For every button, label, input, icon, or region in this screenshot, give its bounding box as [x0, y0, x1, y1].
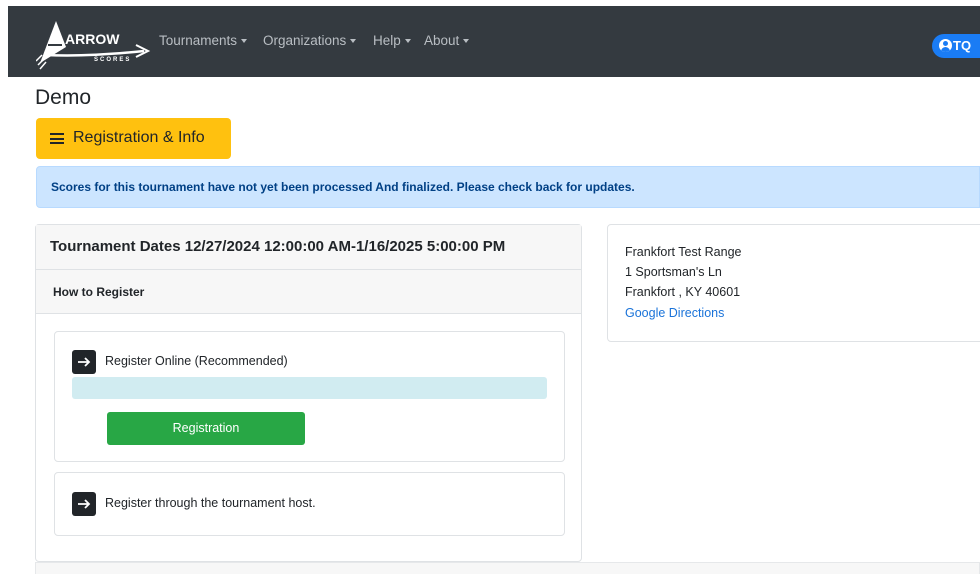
- register-online-option: Register Online (Recommended) Registrati…: [54, 331, 565, 462]
- nav-tournaments-label: Tournaments: [159, 33, 238, 48]
- location-city-state-zip: Frankfort , KY 40601: [625, 285, 741, 299]
- hamburger-menu-icon: [50, 133, 64, 144]
- user-circle-icon: [939, 39, 952, 52]
- nav-organizations[interactable]: Organizations: [263, 33, 357, 48]
- location-card: Frankfort Test Range 1 Sportsman's Ln Fr…: [607, 224, 980, 342]
- how-to-register-title: How to Register: [53, 285, 145, 299]
- arrow-right-icon[interactable]: [72, 350, 96, 374]
- how-to-register-header: How to Register: [36, 270, 581, 314]
- alert-text: Scores for this tournament have not yet …: [51, 180, 635, 194]
- location-street: 1 Sportsman's Ln: [625, 265, 722, 279]
- register-online-label: Register Online (Recommended): [105, 354, 288, 368]
- tournament-dates: Tournament Dates 12/27/2024 12:00:00 AM-…: [50, 238, 506, 255]
- arrow-right-icon[interactable]: [72, 492, 96, 516]
- registration-progress-bar: [72, 377, 547, 399]
- tournament-dates-header: Tournament Dates 12/27/2024 12:00:00 AM-…: [36, 225, 581, 270]
- register-through-host-option: Register through the tournament host.: [54, 472, 565, 536]
- registration-info-button[interactable]: Registration & Info: [36, 118, 231, 159]
- nav-about-label: About: [424, 33, 460, 48]
- nav-help-label: Help: [373, 33, 401, 48]
- nav-tournaments[interactable]: Tournaments: [159, 33, 248, 48]
- caret-down-icon: [350, 39, 357, 44]
- nav-organizations-label: Organizations: [263, 33, 347, 48]
- user-menu-button[interactable]: TQ: [932, 34, 980, 58]
- caret-down-icon: [404, 39, 411, 44]
- page-title: Demo: [35, 86, 92, 109]
- registration-info-label: Registration & Info: [73, 129, 205, 146]
- registration-button-label: Registration: [172, 421, 240, 435]
- nav-help[interactable]: Help: [373, 33, 411, 48]
- caret-down-icon: [241, 39, 248, 44]
- google-directions-link[interactable]: Google Directions: [625, 306, 724, 320]
- logo-title: ARROW: [65, 31, 120, 47]
- location-name: Frankfort Test Range: [625, 245, 742, 259]
- registration-button[interactable]: Registration: [107, 412, 305, 445]
- user-menu-label: TQ: [953, 38, 972, 53]
- arrow-scores-logo[interactable]: ARROW SCORES: [35, 15, 151, 71]
- info-alert: Scores for this tournament have not yet …: [36, 166, 980, 208]
- tournament-card: Tournament Dates 12/27/2024 12:00:00 AM-…: [35, 224, 582, 562]
- logo-subtitle: SCORES: [94, 57, 131, 63]
- caret-down-icon: [463, 39, 470, 44]
- nav-about[interactable]: About: [424, 33, 470, 48]
- next-card-edge: [35, 562, 980, 574]
- navbar: ARROW SCORES Tournaments Organizations H…: [8, 6, 980, 77]
- register-through-host-label: Register through the tournament host.: [105, 496, 316, 510]
